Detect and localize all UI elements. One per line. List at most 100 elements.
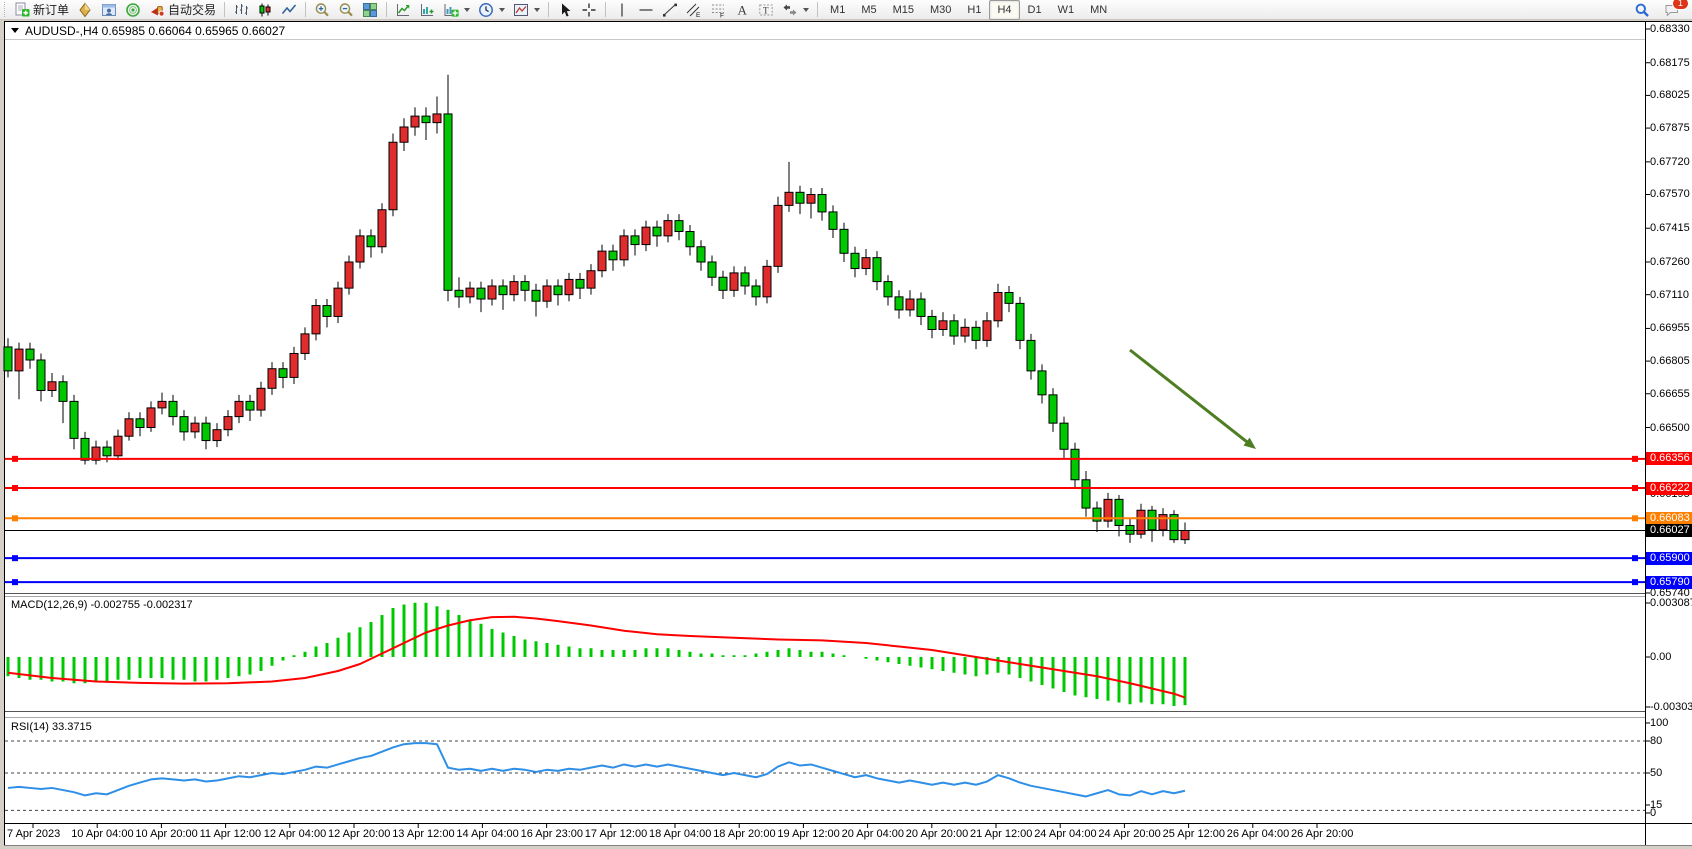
- candle-body: [972, 327, 980, 340]
- tf-h1-button[interactable]: H1: [959, 0, 989, 20]
- profile-button[interactable]: [97, 0, 121, 20]
- chevron-down-icon[interactable]: [534, 8, 540, 12]
- time-axis[interactable]: 7 Apr 202310 Apr 04:0010 Apr 20:0011 Apr…: [5, 826, 1645, 842]
- chevron-down-icon[interactable]: [464, 8, 470, 12]
- label-button[interactable]: T: [754, 0, 778, 20]
- tf-mn-button[interactable]: MN: [1082, 0, 1115, 20]
- price-line-handle[interactable]: [12, 515, 18, 521]
- candle-body: [961, 327, 969, 336]
- candle-body: [653, 227, 661, 236]
- price-axis-label: 0.66500: [1650, 422, 1690, 434]
- chat-button[interactable]: 1: [1660, 0, 1684, 20]
- indicator-list-button[interactable]: [415, 0, 439, 20]
- publisher-button[interactable]: [73, 0, 97, 20]
- candle-body: [686, 232, 694, 247]
- price-line-handle[interactable]: [1632, 555, 1638, 561]
- price-line-handle[interactable]: [12, 485, 18, 491]
- zoom-out-button[interactable]: [334, 0, 358, 20]
- price-line-handle[interactable]: [1632, 485, 1638, 491]
- candle-chart-button[interactable]: [253, 0, 277, 20]
- candle-body: [26, 349, 34, 360]
- tile-windows-icon: [362, 2, 378, 18]
- line-chart-button[interactable]: [277, 0, 301, 20]
- text-button[interactable]: A: [730, 0, 754, 20]
- publisher-icon: [77, 2, 93, 18]
- period-icon: [478, 2, 494, 18]
- zoom-in-button[interactable]: [310, 0, 334, 20]
- candle-body: [840, 229, 848, 253]
- price-line-handle[interactable]: [1632, 456, 1638, 462]
- price-tag[interactable]: 0.66356: [1646, 452, 1692, 465]
- time-axis-label: 26 Apr 20:00: [1291, 828, 1353, 840]
- price-line-handle[interactable]: [12, 456, 18, 462]
- candle-body: [532, 290, 540, 301]
- tf-h4-button[interactable]: H4: [989, 0, 1019, 20]
- price-tag[interactable]: 0.66027: [1646, 524, 1692, 537]
- new-order-button[interactable]: 新订单: [10, 0, 73, 20]
- time-axis-label: 18 Apr 20:00: [713, 828, 775, 840]
- tf-d1-button[interactable]: D1: [1020, 0, 1050, 20]
- time-axis-label: 10 Apr 04:00: [71, 828, 133, 840]
- template-button[interactable]: [509, 0, 544, 20]
- vline-button[interactable]: [610, 0, 634, 20]
- trendline-button[interactable]: [658, 0, 682, 20]
- candle-body: [1016, 303, 1024, 340]
- time-axis-label: 20 Apr 04:00: [842, 828, 904, 840]
- new-chart-button[interactable]: [439, 0, 474, 20]
- indicators-icon: [395, 2, 411, 18]
- tf-w1-button[interactable]: W1: [1050, 0, 1083, 20]
- price-line-handle[interactable]: [12, 555, 18, 561]
- candle-body: [15, 349, 23, 371]
- period-button[interactable]: [474, 0, 509, 20]
- fibo-icon: F: [710, 2, 726, 18]
- toolbar-separator: [817, 2, 818, 17]
- cursor-button[interactable]: [553, 0, 577, 20]
- candle-body: [917, 299, 925, 316]
- candle-body: [257, 388, 265, 410]
- price-line-handle[interactable]: [1632, 515, 1638, 521]
- macd-scale-label: 0.00: [1650, 651, 1671, 663]
- search-button[interactable]: [1630, 0, 1654, 20]
- candle-body: [774, 205, 782, 266]
- tf-m5-button[interactable]: M5: [853, 0, 884, 20]
- candle-body: [235, 401, 243, 416]
- chart-menu-caret-icon[interactable]: [11, 28, 19, 33]
- price-tag[interactable]: 0.66083: [1646, 512, 1692, 525]
- crosshair-button[interactable]: [577, 0, 601, 20]
- candle-body: [1115, 499, 1123, 525]
- svg-text:A: A: [738, 2, 748, 17]
- tile-windows-button[interactable]: [358, 0, 382, 20]
- bar-chart-button[interactable]: [229, 0, 253, 20]
- candle-body: [642, 227, 650, 244]
- candle-body: [477, 288, 485, 299]
- toolbar-grip[interactable]: [4, 2, 8, 17]
- price-line-handle[interactable]: [1632, 579, 1638, 585]
- hline-button[interactable]: [634, 0, 658, 20]
- tf-m1-button[interactable]: M1: [822, 0, 853, 20]
- svg-text:T: T: [763, 5, 769, 15]
- zoom-in-icon: [314, 2, 330, 18]
- indicators-button[interactable]: [391, 0, 415, 20]
- price-axis[interactable]: 0.683300.681750.680250.678750.677200.675…: [1646, 0, 1692, 849]
- price-tag[interactable]: 0.65790: [1646, 576, 1692, 589]
- chevron-down-icon[interactable]: [803, 8, 809, 12]
- price-tag[interactable]: 0.66222: [1646, 482, 1692, 495]
- chart-title-bar: AUDUSD-,H4 0.65985 0.66064 0.65965 0.660…: [5, 22, 1645, 39]
- price-line-handle[interactable]: [12, 579, 18, 585]
- channel-button[interactable]: E: [682, 0, 706, 20]
- candle-body: [290, 353, 298, 377]
- tf-m15-button[interactable]: M15: [885, 0, 922, 20]
- candle-body: [433, 114, 441, 123]
- signal-button[interactable]: [121, 0, 145, 20]
- price-tag[interactable]: 0.65900: [1646, 552, 1692, 565]
- fibonacci-button[interactable]: F: [706, 0, 730, 20]
- candle-body: [708, 262, 716, 277]
- tf-m30-button[interactable]: M30: [922, 0, 959, 20]
- candle-body: [664, 221, 672, 236]
- shapes-button[interactable]: [778, 0, 813, 20]
- chevron-down-icon[interactable]: [499, 8, 505, 12]
- chart-canvas[interactable]: [0, 0, 1692, 849]
- autotrade-button[interactable]: 自动交易: [145, 0, 220, 20]
- candle-body: [884, 282, 892, 297]
- candle-body: [785, 192, 793, 205]
